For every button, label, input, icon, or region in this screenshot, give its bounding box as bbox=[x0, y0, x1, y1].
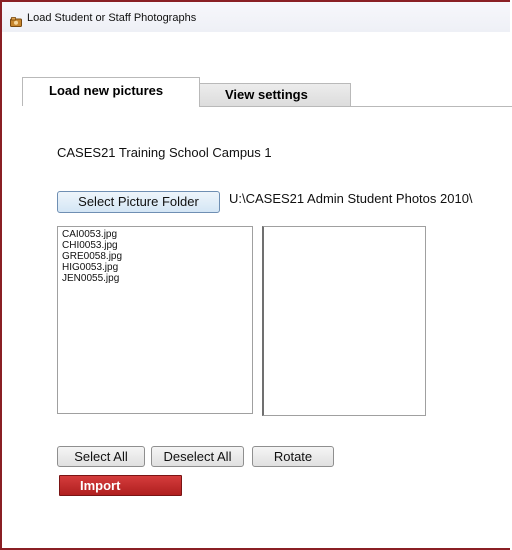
app-window: Load Student or Staff Photographs Load n… bbox=[0, 0, 512, 550]
select-picture-folder-button[interactable]: Select Picture Folder bbox=[57, 191, 220, 213]
title-bar[interactable]: Load Student or Staff Photographs bbox=[2, 2, 510, 32]
tab-divider bbox=[200, 106, 512, 107]
list-item[interactable]: CHI0053.jpg bbox=[62, 240, 252, 251]
list-item[interactable]: GRE0058.jpg bbox=[62, 251, 252, 262]
tab-view-settings[interactable]: View settings bbox=[199, 83, 351, 107]
deselect-all-button[interactable]: Deselect All bbox=[151, 446, 244, 467]
tab-panel: Load new pictures View settings CASES21 … bbox=[22, 77, 512, 548]
window-title: Load Student or Staff Photographs bbox=[27, 12, 197, 24]
import-button[interactable]: Import bbox=[59, 475, 182, 496]
list-item[interactable]: JEN0055.jpg bbox=[62, 273, 252, 284]
school-name: CASES21 Training School Campus 1 bbox=[57, 145, 272, 160]
folder-path: U:\CASES21 Admin Student Photos 2010\ bbox=[229, 191, 473, 206]
app-icon bbox=[10, 14, 22, 27]
select-all-button[interactable]: Select All bbox=[57, 446, 145, 467]
list-item[interactable]: HIG0053.jpg bbox=[62, 262, 252, 273]
rotate-button[interactable]: Rotate bbox=[252, 446, 334, 467]
picture-preview bbox=[262, 226, 426, 416]
file-list[interactable]: CAI0053.jpg CHI0053.jpg GRE0058.jpg HIG0… bbox=[57, 226, 253, 414]
list-item[interactable]: CAI0053.jpg bbox=[62, 229, 252, 240]
tab-load-new-pictures[interactable]: Load new pictures bbox=[22, 77, 200, 106]
